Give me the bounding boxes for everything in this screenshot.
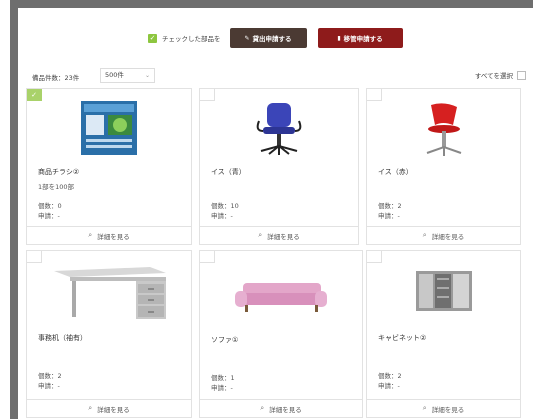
item-checkbox[interactable]: [200, 89, 215, 101]
per-page-select[interactable]: 500件 ⌄: [100, 68, 155, 83]
item-count-text: 個数：0: [38, 202, 62, 210]
item-count-text: 個数：2: [38, 372, 62, 380]
select-all-label: すべてを選択: [474, 72, 513, 80]
desk-image: [54, 267, 166, 319]
search-icon: ⌕: [88, 404, 93, 412]
item-card[interactable]: 事務机（袖有） 個数：2 申請：- ⌕ 詳細を見る: [26, 250, 192, 418]
item-name: 商品チラシ②: [38, 168, 80, 176]
window-border-left: [10, 0, 18, 419]
transfer-request-button[interactable]: ▮ 移管申請する: [317, 28, 403, 48]
chair-blue-image: [256, 103, 302, 155]
item-checkbox[interactable]: [367, 89, 382, 101]
search-icon: ⌕: [422, 404, 427, 412]
search-icon: ⌕: [258, 231, 263, 239]
item-name: イス（赤）: [378, 168, 413, 176]
view-detail-label: 詳細を見る: [269, 405, 302, 414]
item-name: ソファ①: [211, 336, 239, 344]
view-detail-label: 詳細を見る: [431, 232, 465, 241]
list-toolbar: 備品件数：23件 500件 ⌄ すべてを選択: [32, 68, 526, 84]
search-icon: ⌕: [260, 404, 265, 412]
transfer-request-label: 移管申請する: [343, 35, 383, 43]
item-name: キャビネット②: [378, 334, 427, 342]
checked-indicator-icon: ✓: [148, 33, 157, 43]
view-detail-label: 詳細を見る: [97, 232, 130, 241]
item-checkbox[interactable]: [367, 251, 382, 263]
item-count: 備品件数：23件: [32, 74, 80, 82]
select-all-checkbox[interactable]: [517, 70, 526, 80]
view-detail-button[interactable]: ⌕ 詳細を見る: [200, 226, 358, 244]
item-status-text: 申請：-: [211, 212, 233, 220]
view-detail-button[interactable]: ⌕ 詳細を見る: [367, 399, 520, 417]
flyer-image: [81, 101, 137, 155]
item-status-text: 申請：-: [378, 382, 400, 390]
select-all-control[interactable]: すべてを選択: [475, 70, 526, 80]
view-detail-label: 詳細を見る: [97, 405, 130, 414]
item-count-text: 個数：2: [378, 372, 402, 380]
checked-items-label: チェックした部品を: [162, 35, 221, 43]
file-icon: ▮: [337, 34, 341, 42]
chevron-down-icon: ⌄: [144, 72, 150, 79]
item-subtext: 1部を100部: [38, 183, 75, 191]
item-name: イス（青）: [211, 168, 246, 176]
view-detail-button[interactable]: ⌕ 詳細を見る: [200, 399, 362, 417]
search-icon: ⌕: [88, 231, 93, 239]
item-card[interactable]: ソファ① 個数：1 申請：- ⌕ 詳細を見る: [199, 250, 363, 418]
item-checkbox[interactable]: [27, 251, 42, 263]
bulk-action-bar: ✓ チェックした部品を ✎ 貸出申請する ▮ 移管申請する: [148, 28, 403, 48]
item-checkbox[interactable]: ✓: [27, 89, 42, 101]
per-page-value: 500件: [105, 71, 124, 79]
loan-request-label: 貸出申請する: [252, 35, 292, 43]
item-count-text: 個数：1: [211, 374, 235, 382]
view-detail-button[interactable]: ⌕ 詳細を見る: [27, 226, 191, 244]
item-checkbox[interactable]: [200, 251, 215, 263]
view-detail-button[interactable]: ⌕ 詳細を見る: [367, 226, 520, 244]
item-count-text: 個数：10: [211, 202, 239, 210]
edit-icon: ✎: [244, 34, 250, 42]
view-detail-button[interactable]: ⌕ 詳細を見る: [27, 399, 191, 417]
cabinet-image: [415, 271, 472, 311]
sofa-image: [235, 283, 327, 312]
item-status-text: 申請：-: [38, 382, 60, 390]
item-card[interactable]: イス（赤） 個数：2 申請：- ⌕ 詳細を見る: [366, 88, 521, 245]
item-status-text: 申請：-: [38, 212, 60, 220]
search-icon: ⌕: [422, 231, 427, 239]
view-detail-label: 詳細を見る: [431, 405, 465, 414]
view-detail-label: 詳細を見る: [267, 232, 300, 241]
window-border-top: [10, 0, 533, 8]
item-count-text: 個数：2: [378, 202, 402, 210]
page: ✓ チェックした部品を ✎ 貸出申請する ▮ 移管申請する 備品件数：23件 5…: [0, 0, 533, 419]
item-card[interactable]: ✓ 商品チラシ② 1部を100部 個数：0 申請：- ⌕ 詳細を見る: [26, 88, 192, 245]
chair-red-image: [426, 103, 461, 156]
item-card[interactable]: キャビネット② 個数：2 申請：- ⌕ 詳細を見る: [366, 250, 521, 418]
item-card[interactable]: イス（青） 個数：10 申請：- ⌕ 詳細を見る: [199, 88, 359, 245]
item-name: 事務机（袖有）: [38, 334, 87, 342]
loan-request-button[interactable]: ✎ 貸出申請する: [229, 28, 307, 48]
item-status-text: 申請：-: [378, 212, 400, 220]
item-status-text: 申請：-: [211, 384, 233, 392]
